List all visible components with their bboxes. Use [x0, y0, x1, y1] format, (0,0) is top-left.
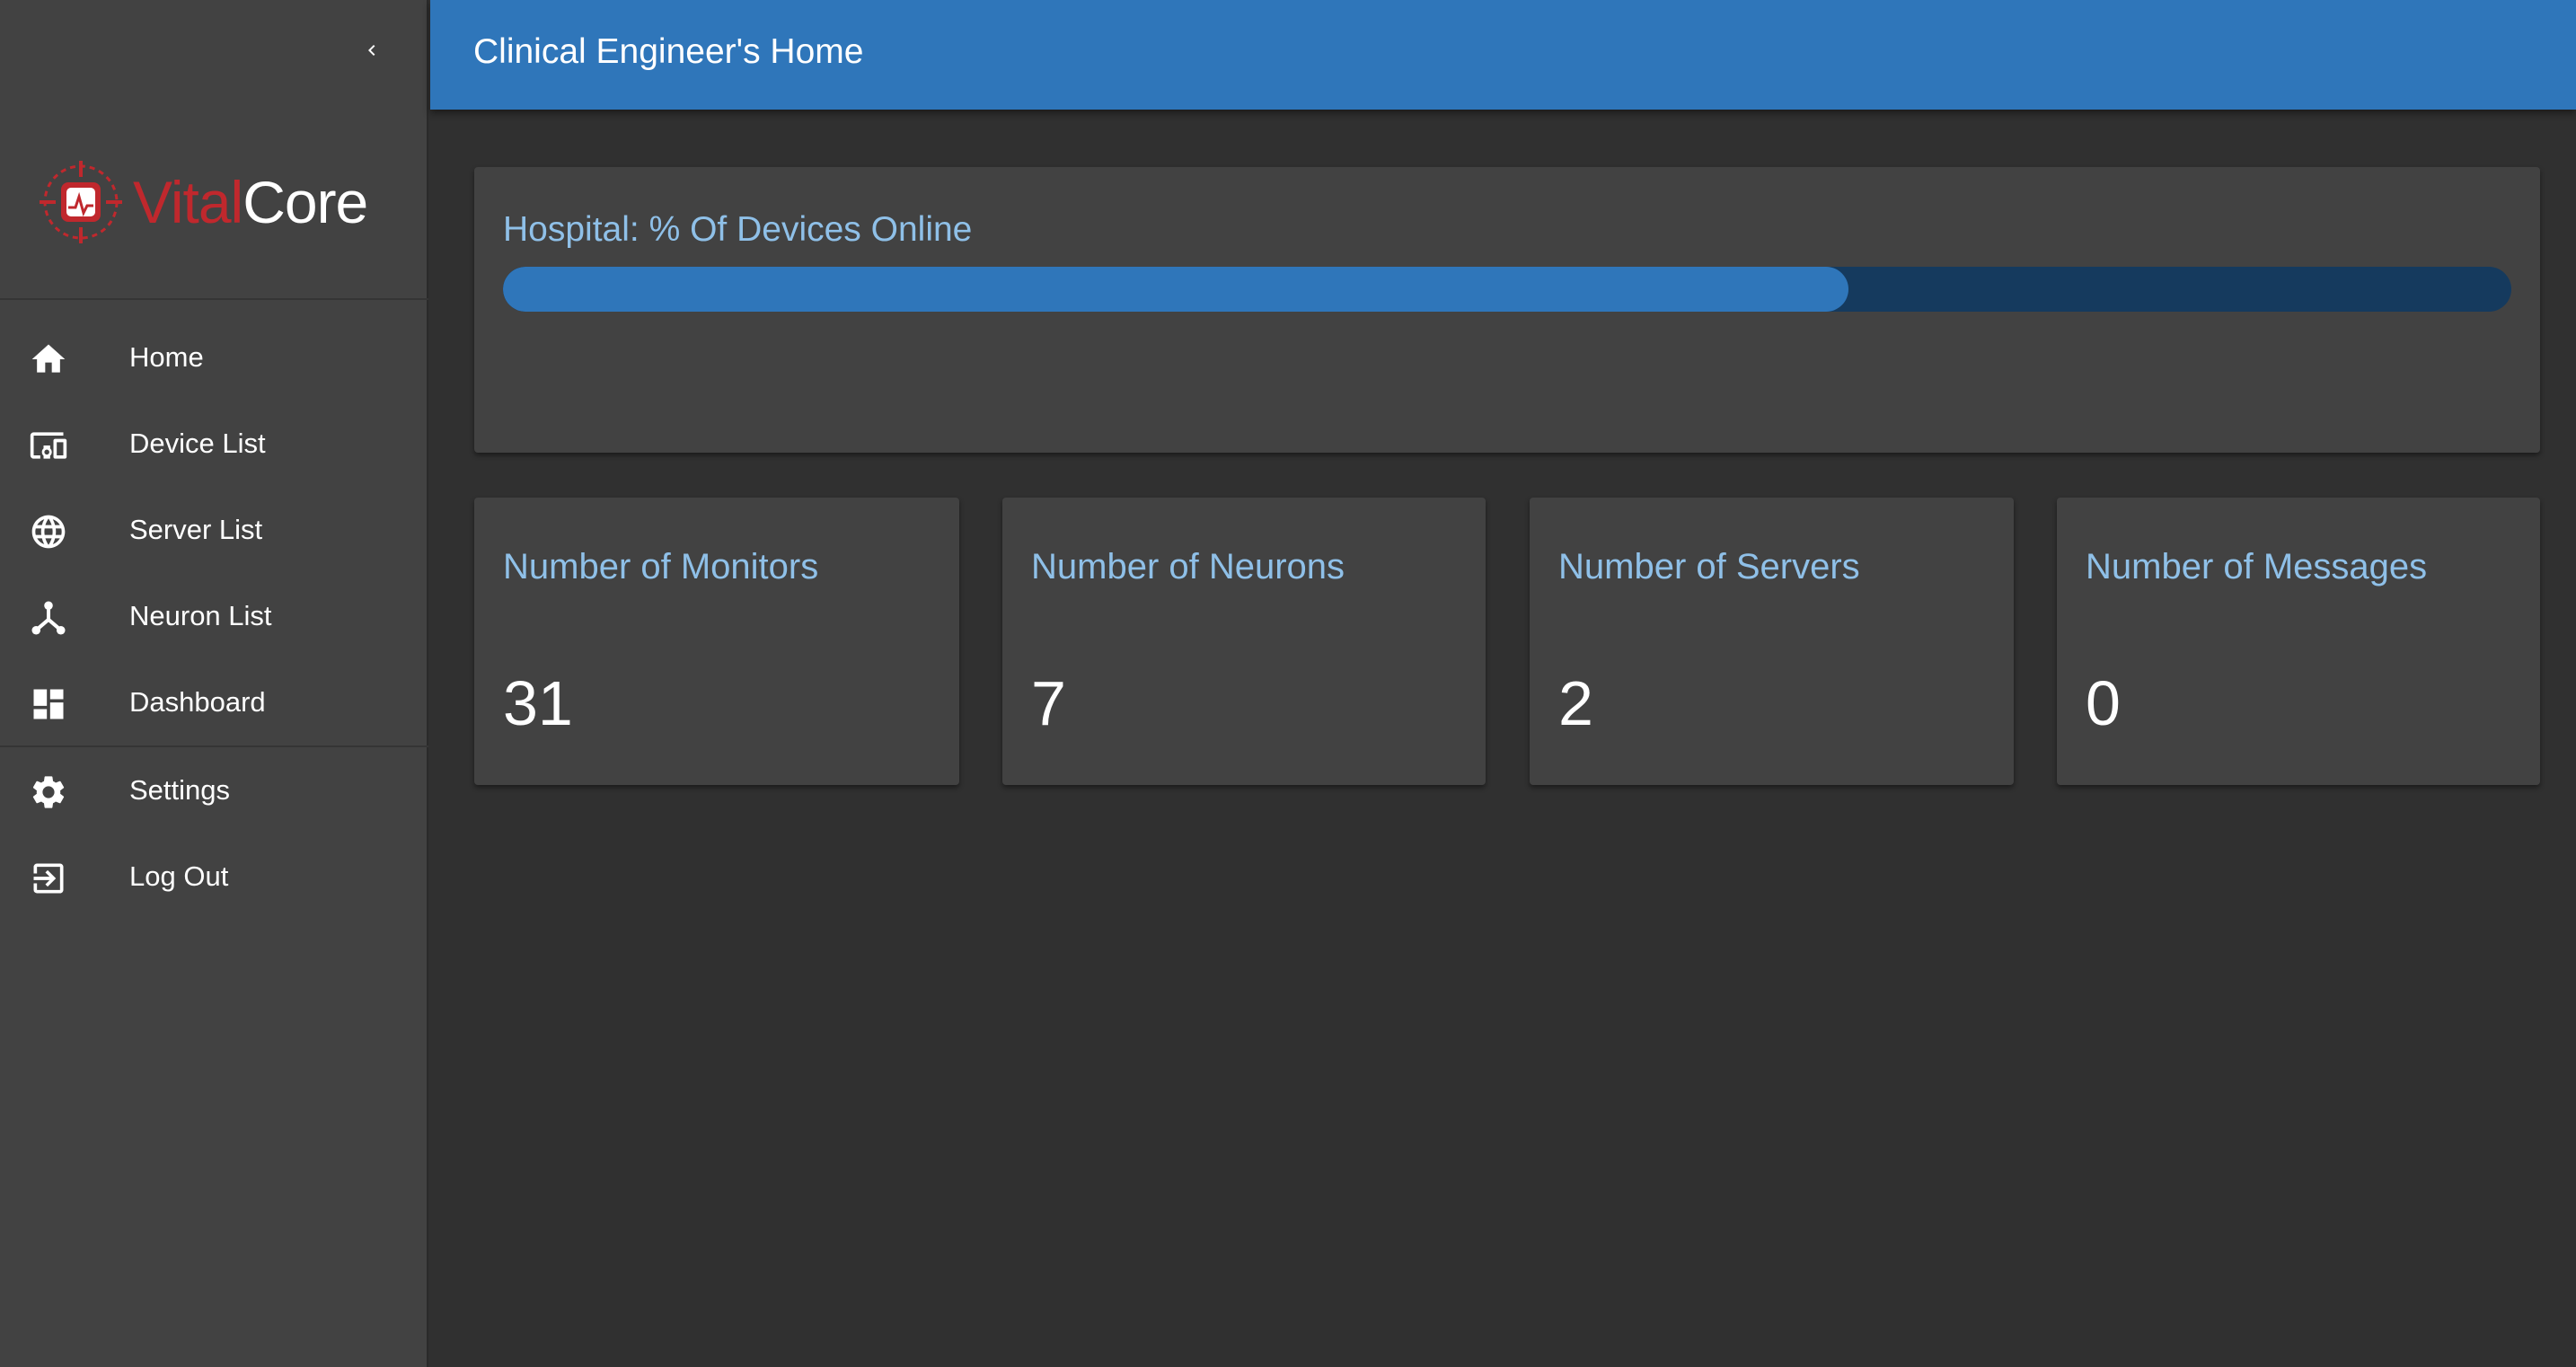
sidebar-item-label: Server List	[129, 514, 263, 545]
sidebar-item-label: Neuron List	[129, 600, 272, 631]
sidebar-divider	[0, 298, 428, 300]
stat-value: 2	[1558, 668, 1593, 738]
sidebar-item-log-out[interactable]: Log Out	[0, 835, 428, 918]
chevron-left-icon	[368, 45, 375, 56]
sidebar-item-device-list[interactable]: Device List	[0, 402, 428, 485]
stat-card-messages: Number of Messages 0	[2057, 498, 2540, 785]
stat-label: Number of Monitors	[503, 547, 819, 586]
vitalcore-logo: VitalCore	[38, 153, 397, 251]
sidebar: VitalCore Home Device List Server List N…	[0, 0, 428, 1367]
logo-wordmark-vital: Vital	[133, 169, 243, 235]
sidebar-item-settings[interactable]: Settings	[0, 749, 428, 832]
sidebar-item-neuron-list[interactable]: Neuron List	[0, 575, 428, 657]
stat-label: Number of Messages	[2086, 547, 2428, 586]
sidebar-item-server-list[interactable]: Server List	[0, 489, 428, 571]
stat-label: Number of Neurons	[1031, 547, 1345, 586]
gear-icon	[29, 772, 68, 812]
devices-online-title: Hospital: % Of Devices Online	[503, 210, 973, 249]
collapse-sidebar-button[interactable]	[354, 32, 390, 68]
home-icon	[29, 340, 68, 379]
logout-icon	[29, 859, 68, 898]
stat-card-servers: Number of Servers 2	[1530, 498, 2014, 785]
app-header: Clinical Engineer's Home	[430, 0, 2576, 110]
sidebar-item-label: Home	[129, 341, 204, 373]
sidebar-divider	[0, 745, 428, 747]
logo-mark-icon	[40, 161, 122, 243]
page-title: Clinical Engineer's Home	[473, 32, 864, 71]
logo-wordmark: VitalCore	[133, 169, 368, 235]
hub-icon	[29, 598, 68, 638]
logo-wordmark-core: Core	[243, 169, 368, 235]
stat-card-monitors: Number of Monitors 31	[474, 498, 959, 785]
devices-icon	[29, 426, 68, 465]
sidebar-item-label: Device List	[129, 428, 266, 459]
dashboard-icon	[29, 684, 68, 724]
sidebar-item-home[interactable]: Home	[0, 316, 428, 399]
stat-value: 7	[1031, 668, 1066, 738]
devices-online-card: Hospital: % Of Devices Online	[474, 167, 2540, 453]
sidebar-item-label: Dashboard	[129, 686, 266, 718]
stat-value: 0	[2086, 668, 2121, 738]
stat-card-neurons: Number of Neurons 7	[1002, 498, 1486, 785]
globe-icon	[29, 512, 68, 551]
sidebar-item-dashboard[interactable]: Dashboard	[0, 661, 428, 744]
devices-online-progress-fill	[503, 267, 1849, 312]
devices-online-progress-bar	[503, 267, 2511, 312]
stat-label: Number of Servers	[1558, 547, 1860, 586]
sidebar-item-label: Settings	[129, 774, 231, 806]
sidebar-item-label: Log Out	[129, 860, 229, 892]
stat-value: 31	[503, 668, 573, 738]
